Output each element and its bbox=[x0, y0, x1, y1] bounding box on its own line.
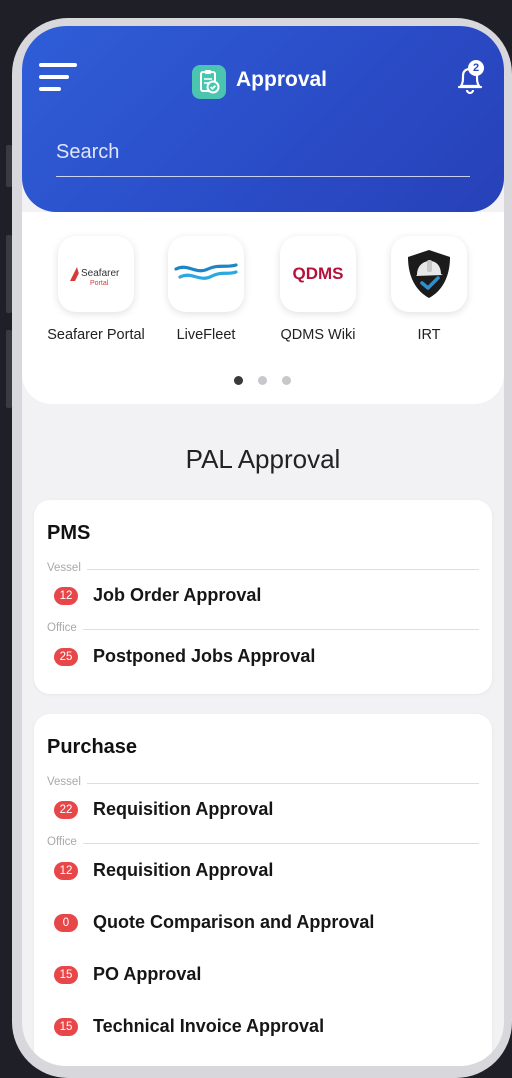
group-divider-vessel: Vessel bbox=[47, 562, 479, 576]
qdms-logo: QDMS bbox=[280, 236, 356, 312]
carousel-pagination bbox=[234, 376, 294, 386]
seafarer-portal-logo: Seafarer Portal bbox=[58, 236, 134, 312]
carousel-dot[interactable] bbox=[258, 376, 267, 385]
item-label: Job Order Approval bbox=[93, 585, 262, 605]
count-badge: 22 bbox=[54, 801, 78, 819]
page-title: Approval bbox=[236, 68, 328, 91]
carousel-dot-active[interactable] bbox=[234, 376, 243, 385]
item-label: Postponed Jobs Approval bbox=[93, 646, 316, 666]
count-badge: 15 bbox=[54, 1018, 78, 1036]
shortcut-label: LiveFleet bbox=[176, 327, 236, 343]
purchase-card: Purchase Vessel 22 Requisition Approval … bbox=[34, 714, 492, 1066]
approval-app-icon bbox=[192, 65, 226, 99]
qdms-logo-text: QDMS bbox=[292, 264, 344, 283]
item-label: Requisition Approval bbox=[93, 799, 274, 819]
count-badge: 0 bbox=[54, 914, 78, 932]
shortcut-label: Seafarer Portal bbox=[47, 327, 145, 343]
shortcut-seafarer-portal[interactable]: Seafarer Portal Seafarer Portal bbox=[46, 236, 146, 343]
app-header: Approval 2 bbox=[22, 26, 504, 212]
card-title: Purchase bbox=[47, 736, 138, 758]
phone-frame: Approval 2 Seafarer Portal bbox=[12, 18, 512, 1078]
item-label: PO Approval bbox=[93, 964, 202, 984]
shortcut-label: QDMS Wiki bbox=[280, 327, 356, 343]
irt-shield-helmet-logo bbox=[391, 236, 467, 312]
group-label: Vessel bbox=[47, 562, 87, 574]
hamburger-menu-icon[interactable] bbox=[39, 63, 77, 93]
group-divider-vessel: Vessel bbox=[47, 776, 479, 790]
seafarer-logo-text: Seafarer bbox=[81, 268, 120, 279]
shortcut-irt[interactable]: IRT bbox=[379, 236, 479, 343]
app-screen: Approval 2 Seafarer Portal bbox=[22, 26, 504, 1066]
count-badge: 25 bbox=[54, 648, 78, 666]
item-label: Requisition Approval bbox=[93, 860, 274, 880]
shortcut-carousel: Seafarer Portal Seafarer Portal LiveFlee… bbox=[22, 212, 504, 404]
group-divider-office: Office bbox=[47, 836, 479, 850]
shortcut-label: IRT bbox=[417, 327, 441, 343]
group-label: Vessel bbox=[47, 776, 87, 788]
count-badge: 15 bbox=[54, 966, 78, 984]
search-input[interactable] bbox=[56, 134, 470, 177]
group-divider-office: Office bbox=[47, 622, 479, 636]
shortcut-livefleet[interactable]: LiveFleet bbox=[156, 236, 256, 343]
count-badge: 12 bbox=[54, 587, 78, 605]
group-label: Office bbox=[47, 836, 83, 848]
item-label: Technical Invoice Approval bbox=[93, 1016, 325, 1036]
notification-count-badge: 2 bbox=[468, 60, 484, 76]
card-title: PMS bbox=[47, 522, 91, 544]
count-badge: 12 bbox=[54, 862, 78, 880]
carousel-dot[interactable] bbox=[282, 376, 291, 385]
livefleet-wave-logo bbox=[168, 236, 244, 312]
pms-card: PMS Vessel 12 Job Order Approval Office … bbox=[34, 500, 492, 694]
item-label: Quote Comparison and Approval bbox=[93, 912, 375, 932]
seafarer-logo-subtext: Portal bbox=[90, 280, 109, 287]
section-title: PAL Approval bbox=[185, 444, 341, 474]
shortcut-qdms-wiki[interactable]: QDMS QDMS Wiki bbox=[268, 236, 368, 343]
group-label: Office bbox=[47, 622, 83, 634]
